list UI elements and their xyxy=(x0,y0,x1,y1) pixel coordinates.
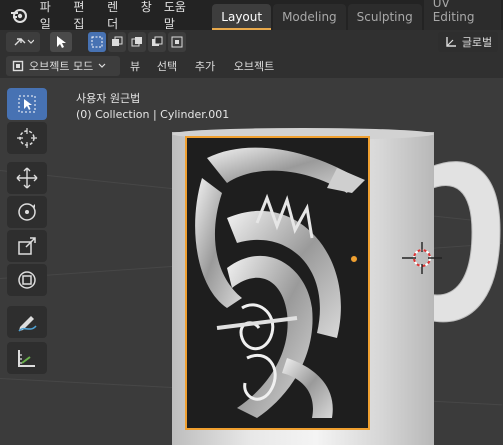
cursor-tool-icon xyxy=(17,128,37,148)
tool-scale[interactable] xyxy=(7,230,47,262)
transform-icon xyxy=(18,271,36,289)
dragon-artwork xyxy=(195,147,365,418)
tool-annotate[interactable] xyxy=(7,306,47,338)
scale-icon xyxy=(18,237,36,255)
3d-cursor-icon[interactable] xyxy=(402,242,442,274)
rotate-icon xyxy=(18,203,36,221)
tool-transform[interactable] xyxy=(7,264,47,296)
dragon-decal-image[interactable] xyxy=(185,136,370,430)
tool-rotate[interactable] xyxy=(7,196,47,228)
annotate-pencil-icon xyxy=(18,316,37,332)
tool-measure[interactable] xyxy=(7,342,47,374)
tool-select-box[interactable] xyxy=(7,88,47,120)
object-origin-point xyxy=(350,255,358,263)
select-box-icon xyxy=(18,95,36,113)
active-object-label: (0) Collection | Cylinder.001 xyxy=(76,108,230,121)
measure-ruler-icon xyxy=(18,350,35,367)
tool-move[interactable] xyxy=(7,162,47,194)
perspective-label: 사용자 원근법 xyxy=(76,92,141,105)
tool-cursor[interactable] xyxy=(7,122,47,154)
move-icon xyxy=(16,167,38,189)
